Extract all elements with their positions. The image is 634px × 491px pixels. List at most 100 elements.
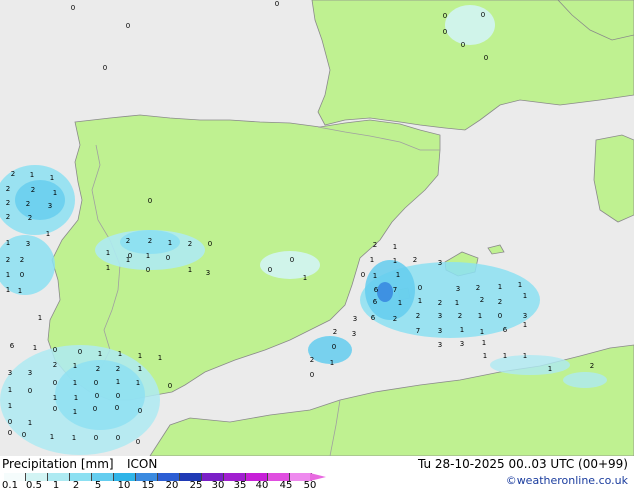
precipitation-value: 6 xyxy=(373,298,378,306)
precipitation-value: 0 xyxy=(361,271,365,279)
precipitation-value: 6 xyxy=(371,314,376,322)
precipitation-value: 1 xyxy=(8,386,12,394)
precipitation-value: 1 xyxy=(370,256,374,264)
precipitation-value: 0 xyxy=(95,392,99,400)
precipitation-value: 0 xyxy=(115,404,119,412)
precipitation-value: 2 xyxy=(126,237,130,245)
precipitation-value: 1 xyxy=(480,328,484,336)
precipitation-value: 0 xyxy=(53,405,57,413)
precipitation-value: 3 xyxy=(438,259,442,267)
precipitation-value: 2 xyxy=(31,186,35,194)
precipitation-value: 2 xyxy=(476,284,480,292)
precipitation-value: 6 xyxy=(503,326,508,334)
precipitation-value: 3 xyxy=(353,315,357,323)
precipitation-value: 2 xyxy=(6,213,10,221)
precipitation-value: 1 xyxy=(523,352,527,360)
precipitation-value: 0 xyxy=(128,252,132,260)
precipitation-value: 1 xyxy=(168,239,172,247)
precipitation-value: 0 xyxy=(126,22,130,30)
precipitation-value: 1 xyxy=(518,281,522,289)
precipitation-value: 1 xyxy=(116,378,120,386)
precipitation-value: 0 xyxy=(443,28,447,36)
precipitation-value: 7 xyxy=(393,286,397,294)
precipitation-value: 0 xyxy=(78,348,82,356)
precipitation-value: 2 xyxy=(480,296,484,304)
precipitation-value: 1 xyxy=(53,189,57,197)
precipitation-value: 2 xyxy=(11,170,15,178)
precipitation-value: 1 xyxy=(73,379,77,387)
credit-link[interactable]: ©weatheronline.co.uk xyxy=(506,474,628,487)
precipitation-value: 1 xyxy=(8,402,12,410)
precipitation-map: 00000 000002 1 12 2 12 2 32 211 3 2 2 1 2 011 1 01 32 21 01… xyxy=(0,0,634,456)
precipitation-value: 1 xyxy=(136,379,140,387)
scale-swatch xyxy=(48,473,70,481)
precipitation-value: 3 xyxy=(456,285,460,293)
precipitation-value: 2 xyxy=(498,298,502,306)
parameter-label: Precipitation [mm] xyxy=(2,457,114,471)
precipitation-value: 1 xyxy=(146,252,150,260)
precipitation-value: 0 xyxy=(94,434,98,442)
precipitation-value: 2 xyxy=(333,328,337,336)
precipitation-value: 0 xyxy=(136,438,140,446)
precipitation-value: 1 xyxy=(28,419,32,427)
precipitation-value: 1 xyxy=(396,271,400,279)
precipitation-value: 3 xyxy=(48,202,52,210)
precipitation-value: 2 xyxy=(6,185,10,193)
precipitation-value: 0 xyxy=(71,4,75,12)
precipitation-value: 1 xyxy=(138,365,142,373)
precipitation-value: 0 xyxy=(166,254,170,262)
precipitation-value: 1 xyxy=(158,354,162,362)
precipitation-value: 1 xyxy=(303,274,307,282)
precipitation-value: 2 xyxy=(438,299,442,307)
precipitation-value: 1 xyxy=(373,272,377,280)
precipitation-value: 1 xyxy=(118,350,122,358)
precipitation-value: 1 xyxy=(50,174,54,182)
precipitation-value: 1 xyxy=(548,365,552,373)
precipitation-value: 0 xyxy=(268,266,272,274)
precipitation-value: 1 xyxy=(188,266,192,274)
precipitation-value: 3 xyxy=(26,240,30,248)
precipitation-value: 0 xyxy=(208,240,212,248)
precipitation-value: 2 xyxy=(310,356,314,364)
footer: Precipitation [mm] ICON Tu 28-10-2025 00… xyxy=(0,456,634,491)
precipitation-value: 1 xyxy=(50,433,54,441)
precipitation-value: 0 xyxy=(8,418,12,426)
precipitation-value: 1 xyxy=(106,264,110,272)
precipitation-value: 7 xyxy=(416,327,420,335)
precipitation-value: 2 xyxy=(53,361,57,369)
precipitation-value: 2 xyxy=(6,199,10,207)
precipitation-value: 0 xyxy=(28,387,32,395)
precipitation-value: 1 xyxy=(74,394,78,402)
precipitation-value: 1 xyxy=(18,287,22,295)
precipitation-value: 1 xyxy=(98,350,102,358)
precipitation-value: 0 xyxy=(168,382,172,390)
precipitation-value: 2 xyxy=(188,240,192,248)
precipitation-value: 0 xyxy=(146,266,150,274)
precipitation-value: 1 xyxy=(33,344,37,352)
precipitation-value: 2 xyxy=(116,365,120,373)
precipitation-value: 2 xyxy=(96,365,100,373)
precipitation-value: 3 xyxy=(206,269,210,277)
precipitation-value: 2 xyxy=(416,312,420,320)
precipitation-value: 1 xyxy=(503,352,507,360)
precipitation-value: 3 xyxy=(438,341,442,349)
precipitation-value: 0 xyxy=(116,392,120,400)
precipitation-value: 2 xyxy=(20,256,24,264)
precipitation-value: 0 xyxy=(332,343,336,351)
precipitation-value: 0 xyxy=(8,429,12,437)
precipitation-value: 1 xyxy=(38,314,42,322)
precipitation-value: 1 xyxy=(73,362,77,370)
precipitation-value: 1 xyxy=(6,286,10,294)
precipitation-value: 0 xyxy=(290,256,294,264)
precipitation-value: 0 xyxy=(498,312,502,320)
precipitation-value: 2 xyxy=(148,237,152,245)
precipitation-value: 3 xyxy=(438,312,442,320)
precipitation-value: 1 xyxy=(53,394,57,402)
precipitation-value: 6 xyxy=(10,342,15,350)
precipitation-value: 3 xyxy=(523,312,527,320)
sardinia-land xyxy=(593,134,634,223)
precipitation-value: 2 xyxy=(6,256,10,264)
precipitation-value: 1 xyxy=(72,434,76,442)
model-name: ICON xyxy=(127,457,158,471)
rain-area-east-med xyxy=(563,372,607,388)
